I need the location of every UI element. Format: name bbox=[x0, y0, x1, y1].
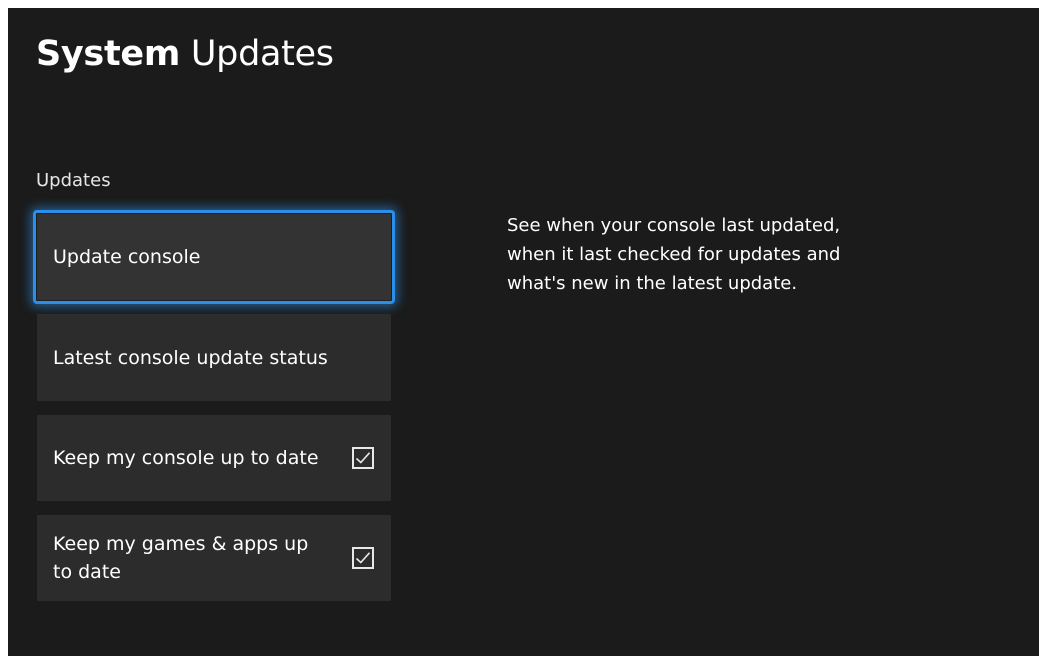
item-description: See when your console last updated, when… bbox=[507, 211, 877, 298]
checkbox-checked-icon[interactable] bbox=[352, 547, 374, 569]
page-title-bold: System bbox=[36, 34, 180, 74]
description-line: See when your console last updated, bbox=[507, 215, 841, 236]
latest-update-status-label: Latest console update status bbox=[53, 346, 328, 369]
description-line: when it last checked for updates and bbox=[507, 244, 841, 265]
latest-update-status-button[interactable]: Latest console update status bbox=[37, 314, 391, 401]
keep-games-apps-up-to-date-toggle[interactable]: Keep my games & apps up to date bbox=[37, 515, 391, 601]
description-line: what's new in the latest update. bbox=[507, 273, 798, 294]
keep-console-up-to-date-toggle[interactable]: Keep my console up to date bbox=[37, 415, 391, 501]
section-label-updates: Updates bbox=[36, 170, 111, 191]
page-title: System Updates bbox=[36, 32, 334, 76]
page-title-regular: Updates bbox=[190, 34, 334, 74]
keep-console-up-to-date-label: Keep my console up to date bbox=[53, 447, 319, 469]
system-updates-screen: System Updates Updates Update console La… bbox=[8, 8, 1039, 656]
keep-games-apps-up-to-date-label: Keep my games & apps up to date bbox=[53, 533, 309, 583]
update-console-button[interactable]: Update console bbox=[33, 210, 395, 304]
update-console-label: Update console bbox=[53, 246, 201, 268]
checkbox-checked-icon[interactable] bbox=[352, 447, 374, 469]
